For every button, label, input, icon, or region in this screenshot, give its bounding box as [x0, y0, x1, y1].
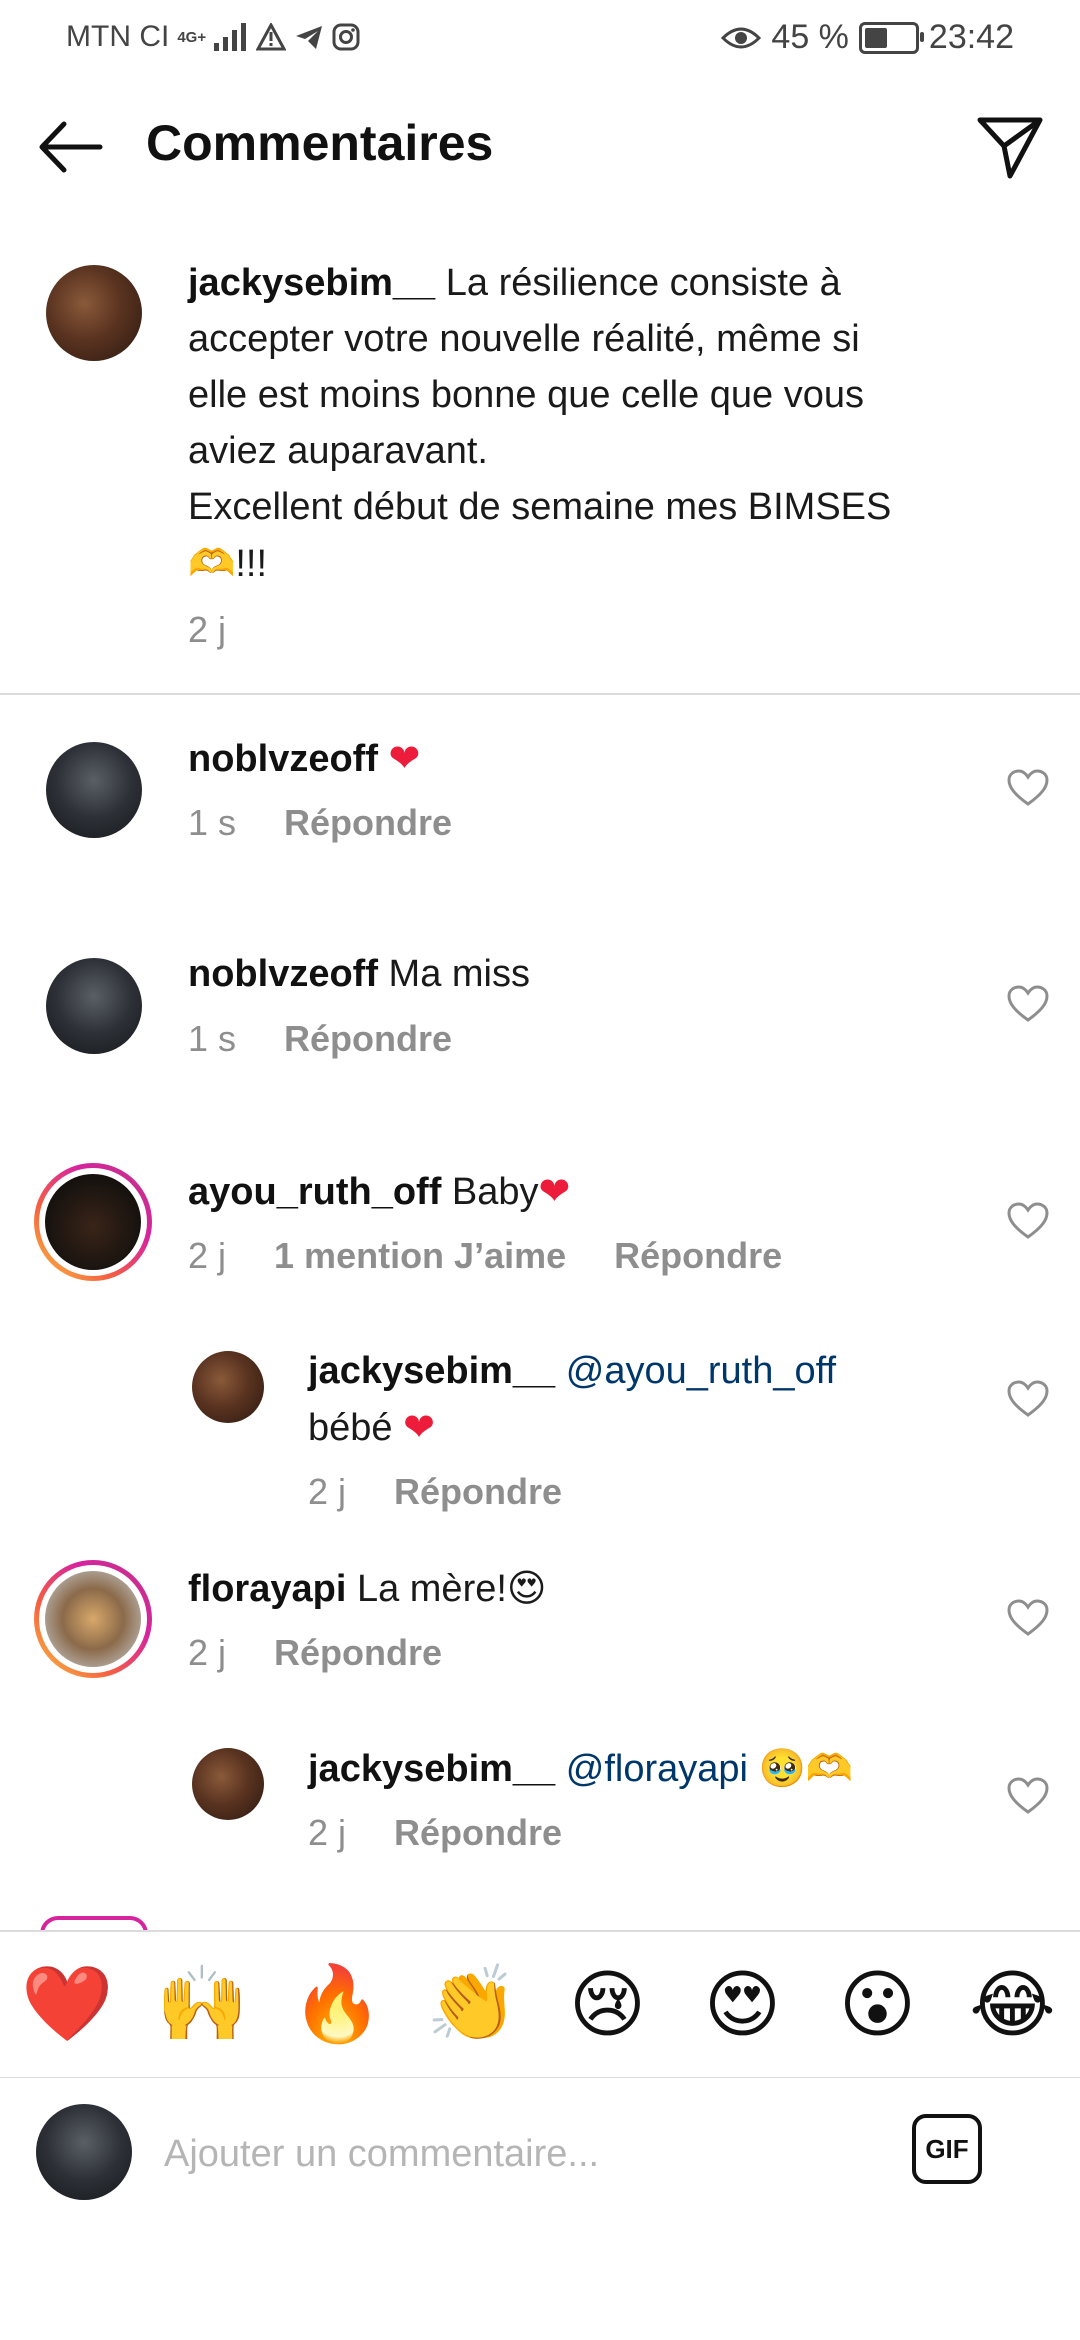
battery-percent: 45 % [771, 18, 849, 56]
heart-emoji: ❤ [538, 1169, 571, 1213]
comment-username[interactable]: noblvzeoff [188, 738, 378, 780]
heart-hands-emoji: 🫶 [188, 541, 236, 585]
reply-button[interactable]: Répondre [614, 1235, 782, 1277]
likes-count[interactable]: 1 mention J’aime [274, 1235, 566, 1277]
like-heart-icon[interactable] [1006, 1379, 1050, 1419]
story-ring-avatar[interactable] [34, 1163, 152, 1281]
like-heart-icon[interactable] [1006, 768, 1050, 808]
avatar[interactable] [192, 1748, 264, 1820]
comment-text: Baby [451, 1171, 539, 1213]
caption-line: accepter votre nouvelle réalité, même si [188, 318, 860, 360]
pleading-face-heart-hands-emoji: 🥹🫶 [758, 1746, 854, 1790]
arrow-left-icon [39, 121, 103, 173]
reaction-heart-eyes[interactable]: 😍 [693, 1955, 793, 2055]
share-button[interactable] [974, 112, 1046, 182]
divider [0, 693, 1080, 695]
heart-eyes-emoji: 😍 [506, 1566, 547, 1610]
comment-time: 2 j [308, 1812, 347, 1853]
caption-time: 2 j [188, 609, 227, 650]
reaction-heart[interactable]: ❤️ [18, 1955, 118, 2055]
avatar [36, 2104, 132, 2200]
caption-line: Excellent début de semaine mes BIMSES [188, 486, 892, 528]
comment-time: 2 j [308, 1471, 347, 1512]
like-heart-icon[interactable] [1006, 1598, 1050, 1638]
comment-text: bébé [308, 1407, 393, 1449]
heart-emoji: ❤ [403, 1405, 435, 1449]
paper-plane-icon [977, 117, 1043, 179]
caption-username[interactable]: jackysebim__ [188, 262, 435, 304]
instagram-icon [332, 23, 360, 51]
comment-username[interactable]: noblvzeoff [188, 953, 378, 995]
like-heart-icon[interactable] [1006, 1201, 1050, 1241]
comment-text: La mère! [356, 1568, 507, 1610]
signal-icon [214, 23, 247, 51]
comment-composer: GIF [0, 2078, 1080, 2228]
reaction-surprised[interactable]: 😮 [828, 1955, 928, 2055]
comment-username[interactable]: ayou_ruth_off [188, 1171, 441, 1213]
mention-link[interactable]: @florayapi [566, 1748, 748, 1790]
avatar[interactable] [192, 1351, 264, 1423]
avatar [45, 1571, 141, 1667]
status-bar: MTN CI 4G+ 45 % 23:42 [0, 0, 1080, 75]
comment-username[interactable]: jackysebim__ [308, 1350, 555, 1392]
comment-username[interactable]: florayapi [188, 1568, 346, 1610]
network-type: 4G+ [177, 28, 207, 46]
reply-button[interactable]: Répondre [274, 1632, 442, 1674]
caption-suffix: !!! [235, 543, 268, 585]
comment-text: Ma miss [388, 953, 530, 995]
heart-emoji: ❤ [388, 736, 421, 780]
caption-line: La résilience consiste à [445, 262, 841, 304]
mention-link[interactable]: @ayou_ruth_off [566, 1350, 836, 1392]
avatar[interactable] [46, 265, 142, 361]
like-heart-icon[interactable] [1006, 1776, 1050, 1816]
caption-text: jackysebim__ La résilience consiste à ac… [188, 255, 978, 658]
clock: 23:42 [928, 18, 1014, 56]
comment-time: 2 j [188, 1632, 227, 1673]
avatar[interactable] [46, 958, 142, 1054]
comment-time: 2 j [188, 1235, 227, 1276]
page-title: Commentaires [146, 115, 494, 171]
reaction-clapping[interactable]: 👏 [423, 1955, 523, 2055]
reply-button[interactable]: Répondre [284, 802, 452, 844]
reply-button[interactable]: Répondre [284, 1018, 452, 1060]
comment-username[interactable]: jackysebim__ [308, 1748, 555, 1790]
comment-input[interactable] [162, 2120, 886, 2188]
warning-icon [256, 23, 287, 51]
like-heart-icon[interactable] [1006, 984, 1050, 1024]
story-ring-avatar[interactable] [34, 1560, 152, 1678]
comments-screen: MTN CI 4G+ 45 % 23:42 Commentaires jacky… [0, 0, 1080, 2340]
battery-icon [858, 21, 924, 54]
reaction-raising-hands[interactable]: 🙌 [153, 1955, 253, 2055]
avatar[interactable] [46, 742, 142, 838]
reaction-fire[interactable]: 🔥 [288, 1955, 388, 2055]
reaction-laughing[interactable]: 😂 [963, 1955, 1063, 2055]
avatar [45, 1174, 141, 1270]
comment-time: 1 s [188, 1018, 237, 1059]
reply-button[interactable]: Répondre [394, 1471, 562, 1513]
top-app-bar: Commentaires [0, 100, 1080, 190]
gif-button[interactable]: GIF [912, 2114, 982, 2184]
caption-line: elle est moins bonne que celle que vous [188, 374, 865, 416]
caption-line: aviez auparavant. [188, 430, 488, 472]
reply-button[interactable]: Répondre [394, 1812, 562, 1854]
telegram-icon [296, 26, 323, 49]
back-button[interactable] [34, 112, 108, 182]
carrier-label: MTN CI [66, 20, 170, 53]
quick-reactions-bar: ❤️ 🙌 🔥 👏 😢 😍 😮 😂 [0, 1930, 1080, 2079]
reaction-crying[interactable]: 😢 [558, 1955, 658, 2055]
comment-time: 1 s [188, 802, 237, 843]
eye-icon [721, 27, 762, 48]
